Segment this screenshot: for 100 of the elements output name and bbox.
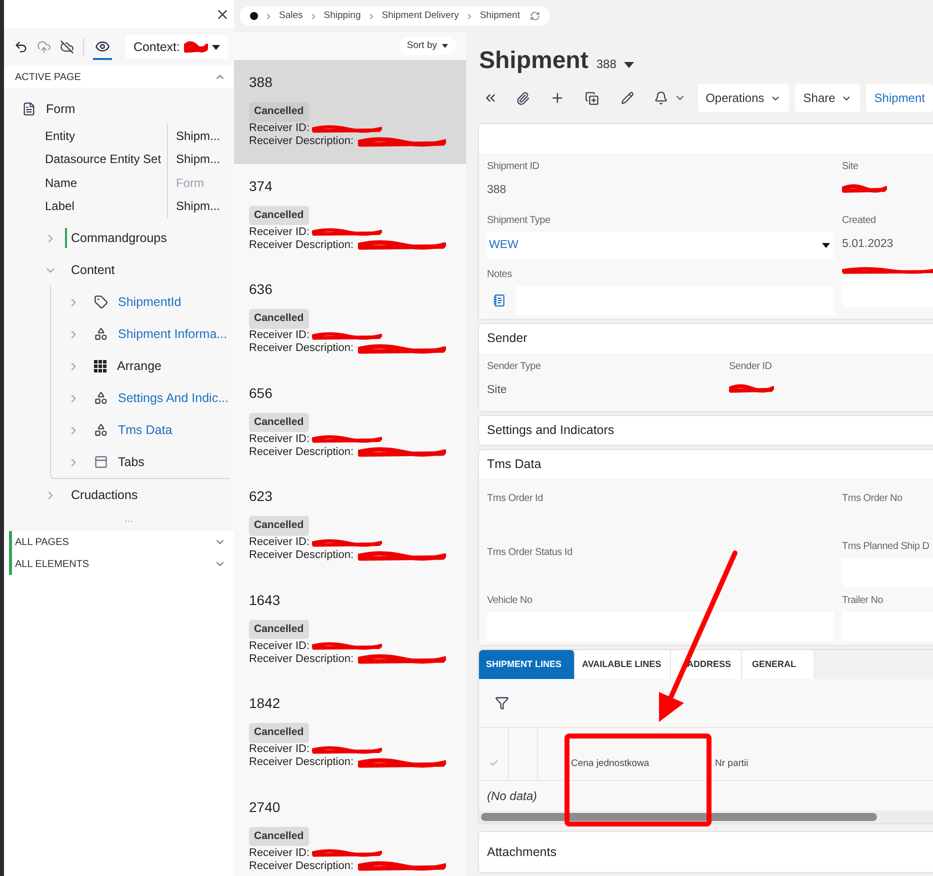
- tree-item[interactable]: Content: [71, 260, 115, 280]
- redaction-scribble: [312, 435, 382, 443]
- section-header[interactable]: ALL ELEMENTS: [4, 553, 234, 575]
- home-dot-icon[interactable]: [250, 12, 258, 20]
- status-badge: Cancelled: [249, 206, 309, 226]
- context-dropdown[interactable]: Context:: [125, 35, 228, 59]
- breadcrumb-link[interactable]: Shipment: [480, 8, 520, 24]
- column-header[interactable]: Nr partii: [715, 736, 748, 772]
- tree-item[interactable]: Settings And Indic...: [118, 388, 228, 408]
- redaction-scribble: [184, 41, 208, 53]
- plus-icon[interactable]: [550, 90, 565, 106]
- field-label: Tms Order Id: [487, 493, 543, 504]
- receiver-id-label: Receiver ID:: [249, 846, 310, 860]
- field-label: Trailer No: [842, 594, 884, 608]
- filter-icon[interactable]: [495, 696, 509, 710]
- field-label: Sender Type: [487, 360, 542, 374]
- shipment-number: 1643: [249, 590, 282, 610]
- status-badge: Cancelled: [249, 516, 309, 536]
- redaction-scribble: [312, 746, 382, 754]
- tree-item[interactable]: Crudactions: [71, 486, 138, 504]
- toolbar-button[interactable]: Operations: [698, 84, 790, 112]
- shipment-number: 636: [249, 280, 274, 299]
- notes-icon[interactable]: [493, 294, 506, 307]
- notification-menu[interactable]: [654, 91, 686, 105]
- caret-icon: [442, 44, 448, 48]
- toolbar-button[interactable]: Share: [795, 84, 860, 112]
- tag-icon: [94, 295, 108, 309]
- property-value: Shipm...: [176, 198, 220, 216]
- pencil-icon[interactable]: [620, 91, 634, 105]
- status-badge: Cancelled: [249, 412, 309, 432]
- shipment-number: 656: [249, 384, 274, 402]
- tab[interactable]: GENERAL: [742, 650, 815, 679]
- shipment-number: 374: [249, 176, 274, 196]
- undo-icon[interactable]: [14, 40, 28, 54]
- receiver-description-label: Receiver Description:: [249, 238, 354, 252]
- column-header[interactable]: Cena jednostkowa: [571, 736, 715, 772]
- check-icon[interactable]: [488, 758, 498, 768]
- tabs-icon: [94, 455, 108, 469]
- property-name: Label: [45, 198, 76, 216]
- toolbar-button[interactable]: Shipment: [866, 84, 933, 112]
- sort-button[interactable]: Sort by: [398, 37, 456, 55]
- cloud-off-icon[interactable]: [60, 40, 74, 54]
- redaction-scribble: [312, 124, 382, 132]
- document-icon: [22, 102, 36, 116]
- shipment-number: 388: [249, 73, 274, 92]
- field-label: Site: [842, 160, 860, 174]
- tab[interactable]: AVAILABLE LINES: [575, 650, 671, 679]
- tree-item[interactable]: Arrange: [117, 356, 162, 376]
- shapes-icon: [94, 423, 108, 437]
- receiver-id-label: Receiver ID:: [249, 640, 310, 652]
- list-item[interactable]: 388 Cancelled Receiver ID: Receiver Description:: [234, 60, 466, 164]
- empty-message: (No data): [487, 788, 538, 805]
- tree-item[interactable]: Shipment Informa...: [118, 324, 228, 344]
- receiver-description-label: Receiver Description:: [249, 446, 354, 458]
- context-label: Context:: [133, 38, 180, 56]
- field-label: Tms Order Status Id: [487, 547, 572, 558]
- redaction-scribble: [312, 849, 382, 857]
- property-name: Datasource Entity Set: [45, 151, 162, 168]
- tree-item[interactable]: ShipmentId: [118, 292, 182, 312]
- section-title: ALL PAGES: [15, 536, 69, 550]
- receiver-description-label: Receiver Description:: [249, 756, 354, 769]
- property-value: Shipm...: [176, 151, 220, 168]
- receiver-id-label: Receiver ID:: [249, 329, 310, 342]
- input-field[interactable]: [487, 612, 834, 641]
- field-value: Site: [487, 383, 508, 398]
- tree-item[interactable]: Commandgroups: [71, 228, 167, 248]
- redaction-scribble: [729, 384, 774, 393]
- receiver-id-label: Receiver ID:: [249, 122, 310, 135]
- field-value: 5.01.2023: [842, 237, 894, 252]
- field-label: Shipment ID: [487, 160, 540, 174]
- field-value: 388: [487, 183, 508, 198]
- scrollbar-thumb[interactable]: [481, 813, 877, 821]
- field-label: Notes: [487, 268, 513, 282]
- field-label: Sender ID: [729, 360, 773, 374]
- tree-item[interactable]: Form: [46, 100, 76, 118]
- eye-icon: [95, 38, 110, 54]
- section-header[interactable]: ALL PAGES: [4, 531, 234, 553]
- caret-icon[interactable]: [624, 62, 634, 68]
- tree-item[interactable]: Tabs: [118, 452, 144, 472]
- receiver-id-label: Receiver ID:: [249, 743, 310, 756]
- receiver-id-label: Receiver ID:: [249, 226, 310, 238]
- receiver-description-label: Receiver Description:: [249, 549, 354, 562]
- paperclip-icon[interactable]: [516, 90, 530, 106]
- tree-item[interactable]: Tms Data: [118, 420, 172, 440]
- cloud-upload-icon[interactable]: [37, 40, 51, 54]
- redaction-scribble: [312, 228, 382, 236]
- redaction-scribble: [312, 332, 382, 340]
- section-header[interactable]: ACTIVE PAGE: [4, 66, 234, 88]
- duplicate-icon[interactable]: [584, 90, 599, 106]
- breadcrumb-link[interactable]: Shipping: [324, 8, 361, 24]
- type-select[interactable]: WEW: [487, 232, 834, 259]
- property-value: Shipm...: [176, 128, 220, 145]
- tab[interactable]: SHIPMENT LINES: [479, 650, 575, 679]
- breadcrumb-link[interactable]: Sales: [279, 8, 303, 24]
- breadcrumb-link[interactable]: Shipment Delivery: [382, 8, 459, 24]
- card-title: Attachments: [487, 844, 556, 861]
- field-label: Tms Order No: [842, 493, 902, 504]
- property-name: Name: [45, 174, 78, 192]
- refresh-icon[interactable]: [530, 11, 540, 21]
- status-badge: Cancelled: [249, 723, 309, 743]
